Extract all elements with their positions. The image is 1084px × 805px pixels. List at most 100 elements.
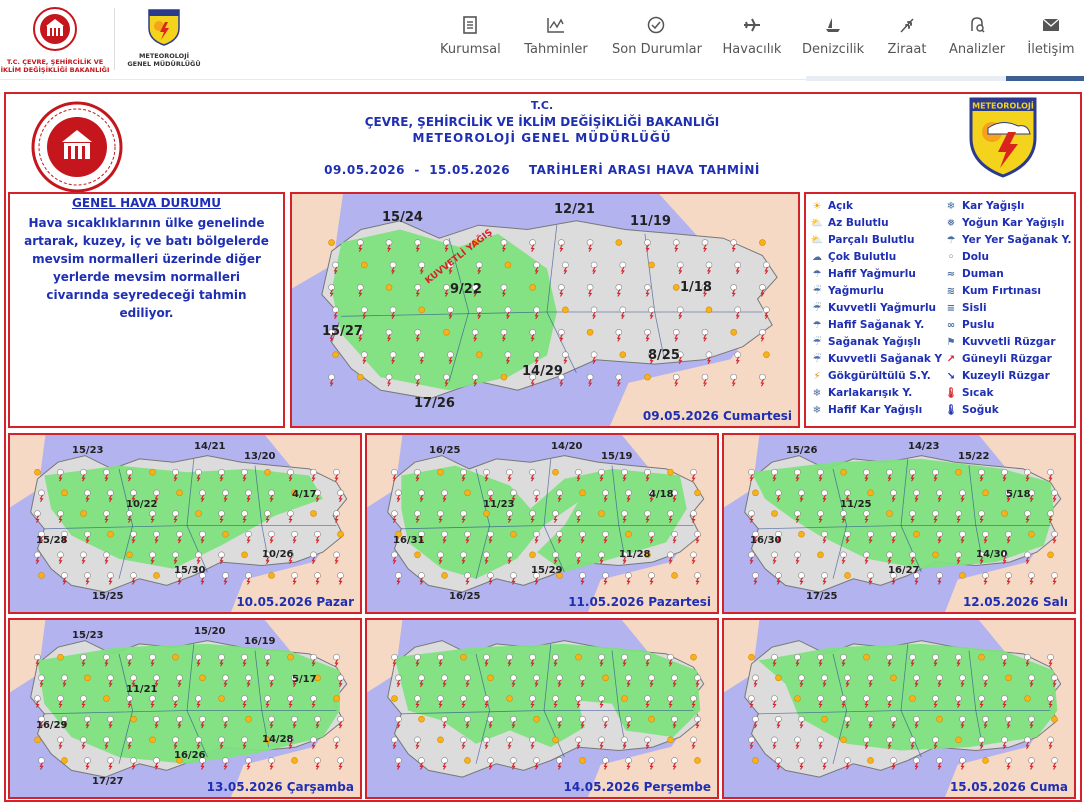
nav-ziraat[interactable]: Ziraat <box>884 14 930 64</box>
legend-item: ≋ Kum Fırtınası <box>944 285 1041 297</box>
legend-label: Hafif Kar Yağışlı <box>828 404 923 416</box>
mgm-logo-line2: GENEL MÜDÜRLÜĞÜ <box>127 60 201 68</box>
legend-label: Kar Yağışlı <box>962 200 1025 212</box>
nav-kurumsal[interactable]: Kurumsal <box>440 14 501 64</box>
legend-label: Hafif Yağmurlu <box>828 268 916 280</box>
nav-denizcilik[interactable]: Denizcilik <box>802 14 864 64</box>
ministry-logo-line2: İKLİM DEĞİŞİKLİĞİ BAKANLIĞI <box>0 66 110 74</box>
nav-son-durumlar[interactable]: Son Durumlar <box>612 14 702 64</box>
temp-label: 15/22 <box>958 451 990 462</box>
nav-label: Analizler <box>948 42 1006 57</box>
legend-label: Hafif Sağanak Y. <box>828 319 925 331</box>
strong-wind-icon: ⚑ <box>946 336 956 348</box>
temp-label: 4/18 <box>649 489 674 500</box>
light-shower-icon: ☂ <box>812 319 822 331</box>
turkey-map-day <box>367 620 717 797</box>
temp-label: 15/28 <box>36 535 68 546</box>
temp-label: 16/29 <box>36 720 68 731</box>
temp-label: 10/26 <box>262 549 294 560</box>
search-button[interactable] <box>1006 76 1084 81</box>
legend-label: Az Bulutlu <box>828 217 889 229</box>
legend-item: 🌡 Sıcak <box>944 387 994 399</box>
ministry-logo[interactable]: T.C. ÇEVRE, ŞEHİRCİLİK VE İKLİM DEĞİŞİKLİ… <box>0 6 110 76</box>
heavy-snow-icon: ❅ <box>946 217 956 229</box>
legend-item: ∞ Puslu <box>944 319 995 331</box>
mgm-logo[interactable]: METEOROLOJİ GENEL MÜDÜRLÜĞÜ <box>122 8 206 74</box>
temp-label: 14/30 <box>976 549 1008 560</box>
day-forecast-map[interactable]: 14.05.2026 Perşembe <box>365 618 719 799</box>
legend-box: ☀ Açık ⛅ Az Bulutlu ⛅ Parçalı Bulutlu ☁ Çok Bul… <box>804 192 1076 428</box>
map-date-caption: 12.05.2026 Salı <box>962 595 1068 609</box>
fog-icon: ≡ <box>946 302 956 314</box>
ministry-seal-icon <box>33 7 77 51</box>
temp-label: 15/30 <box>174 565 206 576</box>
mgm-logo-line1: METEOROLOJİ <box>138 52 190 60</box>
search-input[interactable] <box>806 76 1006 81</box>
legend-item: ☂ Hafif Sağanak Y. <box>810 319 925 331</box>
heavy-shower-icon: ☔ <box>812 353 822 365</box>
temp-label: 15/29 <box>531 565 563 576</box>
day-forecast-map[interactable]: 15/23 15/20 16/19 11/21 5/17 16/29 14/28 16/26 1… <box>8 618 362 799</box>
nav-label: Tahminler <box>524 42 588 57</box>
temp-label: 16/27 <box>888 565 920 576</box>
day-forecast-map[interactable]: 15/26 14/23 15/22 11/25 5/18 16/30 14/30 16/27 1… <box>722 433 1076 614</box>
nav-iletisim[interactable]: İletişim <box>1024 14 1078 64</box>
temp-label: 17/26 <box>414 396 455 411</box>
map-date-caption: 13.05.2026 Çarşamba <box>206 780 354 794</box>
temp-label: 12/21 <box>554 202 595 217</box>
partly-sunny-icon: ⛅ <box>810 217 824 229</box>
legend-label: Yağmurlu <box>828 285 884 297</box>
day-forecast-map[interactable]: 16/25 14/20 15/19 11/23 4/18 16/31 11/28 15/29 1… <box>365 433 719 614</box>
site-header: T.C. ÇEVRE, ŞEHİRCİLİK VE İKLİM DEĞİŞİKLİ… <box>0 0 1084 81</box>
temp-label: 15/19 <box>601 451 633 462</box>
nav-label: Kurumsal <box>440 42 501 57</box>
airplane-icon <box>744 18 760 32</box>
legend-label: Yer Yer Sağanak Y. <box>962 234 1072 246</box>
turkey-map-day <box>10 435 360 612</box>
legend-item: ☔ Kuvvetli Sağanak Y <box>810 353 943 365</box>
temp-label: 17/27 <box>92 776 124 787</box>
legend-label: Kuzeyli Rüzgar <box>962 370 1050 382</box>
nav-havacilik[interactable]: Havacılık <box>722 14 782 64</box>
main-forecast-map[interactable]: 15/24 12/21 11/19 9/22 1/18 15/27 8/25 1… <box>290 192 800 428</box>
mgm-shield-icon <box>148 9 180 46</box>
temp-label: 8/25 <box>648 348 680 363</box>
legend-label: Kuvvetli Yağmurlu <box>828 302 937 314</box>
temp-label: 15/27 <box>322 324 363 339</box>
title-tc: T.C. <box>530 99 554 112</box>
legend-item: ☔ Yağmurlu <box>810 285 884 297</box>
day-forecast-map[interactable]: 15.05.2026 Cuma <box>722 618 1076 799</box>
temp-label: 15/23 <box>72 445 104 456</box>
legend-item: ↘ Kuzeyli Rüzgar <box>944 370 1050 382</box>
nav-label: Son Durumlar <box>612 42 702 57</box>
title-ministry: ÇEVRE, ŞEHİRCİLİK VE İKLİM DEĞİŞİKLİĞİ B… <box>364 115 720 129</box>
general-weather-title: GENEL HAVA DURUMU <box>72 196 221 210</box>
document-icon <box>463 16 477 34</box>
ship-icon <box>826 18 840 32</box>
ministry-logo-line1: T.C. ÇEVRE, ŞEHİRCİLİK VE <box>6 58 104 66</box>
chart-icon <box>547 18 564 33</box>
legend-label: Karlakarışık Y. <box>828 387 913 399</box>
legend-item: ⛅ Parçalı Bulutlu <box>810 234 915 246</box>
envelope-icon <box>1042 18 1060 31</box>
title-mgm: METEOROLOJİ GENEL MÜDÜRLÜĞÜ <box>412 131 672 145</box>
light-snow-icon: ❄ <box>812 404 822 416</box>
temp-label: 11/25 <box>840 499 872 510</box>
legend-label: Duman <box>962 268 1004 280</box>
turkey-map-day <box>724 620 1074 797</box>
temp-label: 16/30 <box>750 535 782 546</box>
north-wind-icon: ↘ <box>946 370 956 382</box>
legend-item: ☁ Çok Bulutlu <box>810 251 896 263</box>
legend-item: ≈ Duman <box>944 268 1004 280</box>
sleet-icon: ❄ <box>812 387 822 399</box>
legend-label: Sisli <box>962 302 987 314</box>
snow-icon: ❄ <box>946 200 956 212</box>
nav-label: İletişim <box>1027 42 1075 57</box>
nav-analizler[interactable]: Analizler <box>948 14 1006 64</box>
heavy-rain-icon: ☔ <box>812 302 822 314</box>
nav-tahminler[interactable]: Tahminler <box>522 14 590 64</box>
legend-label: Çok Bulutlu <box>828 251 897 263</box>
legend-label: Kuvvetli Rüzgar <box>962 336 1056 348</box>
day-forecast-map[interactable]: 15/23 14/21 13/20 10/22 4/17 15/28 10/26 15/30 1… <box>8 433 362 614</box>
temp-label: 11/21 <box>126 684 158 695</box>
